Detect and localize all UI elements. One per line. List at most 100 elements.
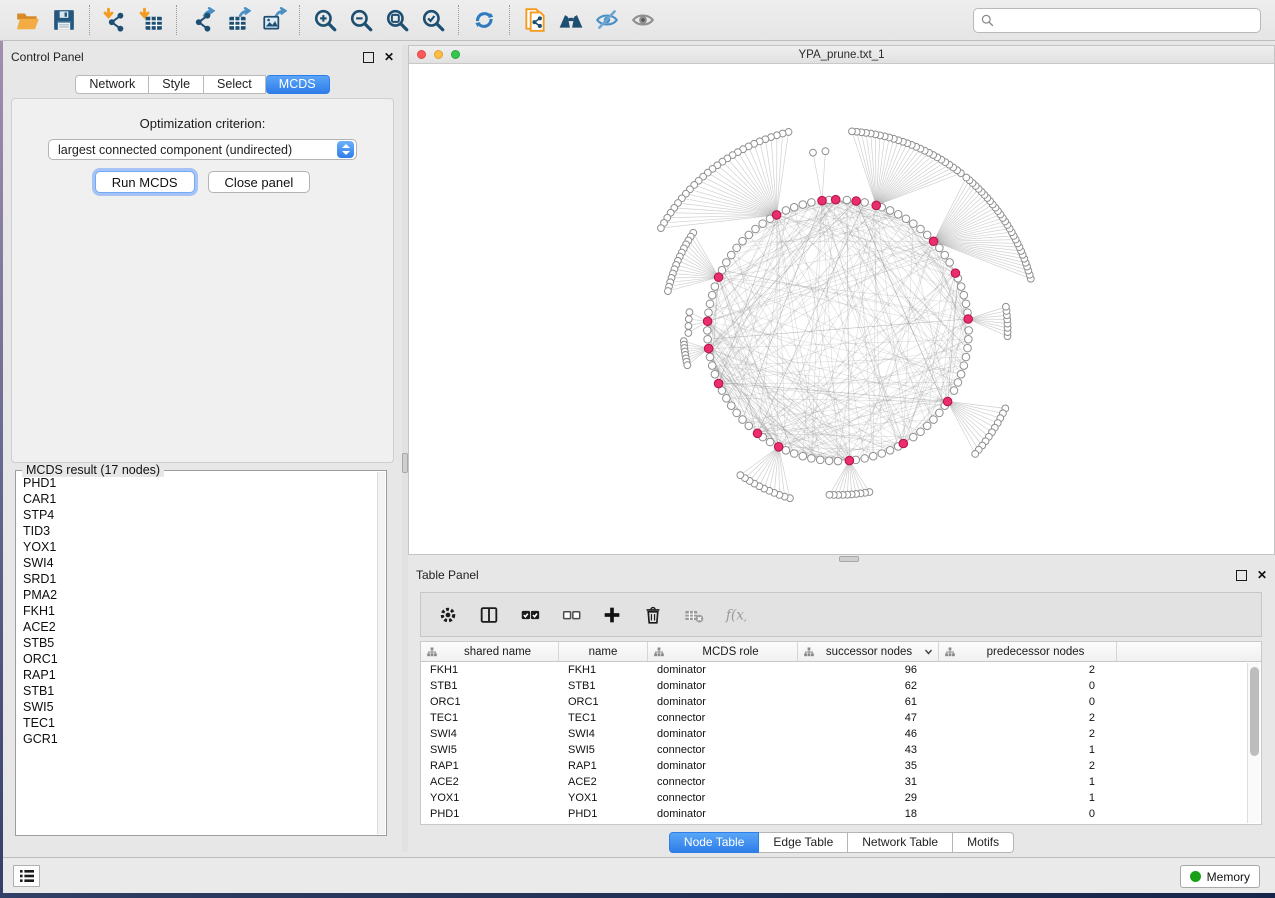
function-builder-button[interactable]: f(x): [722, 602, 748, 628]
graph-node[interactable]: [706, 353, 714, 361]
tab-motifs[interactable]: Motifs: [953, 832, 1014, 853]
table-settings-button[interactable]: [435, 602, 461, 628]
graph-node[interactable]: [825, 457, 833, 465]
graph-node[interactable]: [930, 416, 938, 424]
table-row[interactable]: ACE2ACE2connector311: [421, 774, 1261, 790]
graph-node[interactable]: [752, 225, 760, 233]
graph-node[interactable]: [950, 387, 958, 395]
mcds-result-item[interactable]: GCR1: [18, 731, 376, 747]
column-header-name[interactable]: name: [559, 642, 648, 661]
column-header-successor-nodes[interactable]: successor nodes: [798, 642, 939, 661]
graph-node[interactable]: [965, 335, 973, 343]
mcds-result-item[interactable]: SWI4: [18, 555, 376, 571]
memory-button[interactable]: Memory: [1180, 865, 1260, 888]
splitter-grip[interactable]: [839, 556, 859, 562]
mcds-result-item[interactable]: RAP1: [18, 667, 376, 683]
delete-table-button[interactable]: [681, 602, 707, 628]
graph-node[interactable]: [954, 379, 962, 387]
graph-node[interactable]: [708, 291, 716, 299]
graph-node[interactable]: [704, 327, 712, 335]
table-row[interactable]: TEC1TEC1connector472: [421, 710, 1261, 726]
graph-node[interactable]: [684, 362, 691, 369]
graph-node[interactable]: [723, 395, 731, 403]
graph-node[interactable]: [782, 207, 790, 215]
export-table-button[interactable]: [220, 4, 256, 36]
graph-node[interactable]: [727, 251, 735, 259]
graph-node[interactable]: [685, 316, 692, 323]
graph-node[interactable]: [790, 203, 798, 211]
graph-node[interactable]: [706, 300, 714, 308]
graph-node[interactable]: [962, 300, 970, 308]
graph-node[interactable]: [808, 455, 816, 463]
zoom-in-button[interactable]: [307, 4, 343, 36]
mcds-hub-node[interactable]: [899, 439, 908, 448]
clone-network-button[interactable]: [517, 4, 553, 36]
zoom-selected-button[interactable]: [415, 4, 451, 36]
mcds-list-scrollbar[interactable]: [377, 472, 385, 834]
mcds-hub-node[interactable]: [714, 379, 723, 388]
tab-network[interactable]: Network: [75, 75, 149, 94]
graph-node[interactable]: [963, 174, 970, 181]
select-all-columns-button[interactable]: [517, 602, 543, 628]
graph-node[interactable]: [816, 456, 824, 464]
graph-node[interactable]: [843, 196, 851, 204]
graph-node[interactable]: [733, 244, 741, 252]
run-mcds-button[interactable]: Run MCDS: [95, 171, 195, 193]
graph-node[interactable]: [957, 370, 965, 378]
graph-node[interactable]: [733, 409, 741, 417]
mcds-hub-node[interactable]: [845, 456, 854, 465]
table-row[interactable]: SWI4SWI4dominator462: [421, 726, 1261, 742]
float-panel-icon[interactable]: [1236, 570, 1247, 581]
import-table-button[interactable]: [133, 4, 169, 36]
graph-node[interactable]: [799, 201, 807, 209]
graph-node[interactable]: [766, 438, 774, 446]
mcds-hub-node[interactable]: [872, 201, 881, 210]
search-input[interactable]: [999, 10, 1254, 30]
mcds-result-item[interactable]: STP4: [18, 507, 376, 523]
mcds-result-item[interactable]: CAR1: [18, 491, 376, 507]
graph-node[interactable]: [972, 451, 979, 458]
table-row[interactable]: SWI5SWI5connector431: [421, 742, 1261, 758]
graph-node[interactable]: [711, 370, 719, 378]
mcds-hub-node[interactable]: [703, 317, 712, 326]
graph-node[interactable]: [936, 409, 944, 417]
criterion-dropdown[interactable]: largest connected component (undirected): [48, 139, 357, 160]
graph-node[interactable]: [685, 330, 692, 337]
graph-node[interactable]: [723, 259, 731, 267]
mcds-result-item[interactable]: ACE2: [18, 619, 376, 635]
zoom-out-button[interactable]: [343, 4, 379, 36]
first-neighbors-button[interactable]: [553, 4, 589, 36]
mcds-hub-node[interactable]: [753, 429, 762, 438]
graph-node[interactable]: [923, 422, 931, 430]
graph-node[interactable]: [705, 309, 713, 317]
graph-node[interactable]: [822, 148, 829, 155]
show-columns-button[interactable]: [476, 602, 502, 628]
graph-node[interactable]: [878, 450, 886, 458]
save-session-button[interactable]: [46, 4, 82, 36]
column-header-shared-name[interactable]: shared name: [421, 642, 559, 661]
graph-node[interactable]: [962, 353, 970, 361]
graph-node[interactable]: [917, 225, 925, 233]
graph-node[interactable]: [790, 450, 798, 458]
graph-node[interactable]: [737, 472, 744, 479]
mcds-hub-node[interactable]: [831, 195, 840, 204]
mcds-result-item[interactable]: PMA2: [18, 587, 376, 603]
import-network-button[interactable]: [97, 4, 133, 36]
graph-node[interactable]: [759, 220, 767, 228]
graph-node[interactable]: [704, 335, 712, 343]
mcds-hub-node[interactable]: [818, 196, 827, 205]
table-row[interactable]: YOX1YOX1connector291: [421, 790, 1261, 806]
graph-node[interactable]: [917, 428, 925, 436]
mcds-result-item[interactable]: STB5: [18, 635, 376, 651]
mcds-result-item[interactable]: ORC1: [18, 651, 376, 667]
mcds-result-item[interactable]: SRD1: [18, 571, 376, 587]
graph-node[interactable]: [946, 259, 954, 267]
add-column-button[interactable]: [599, 602, 625, 628]
graph-node[interactable]: [665, 288, 672, 295]
delete-column-button[interactable]: [640, 602, 666, 628]
graph-node[interactable]: [711, 283, 719, 291]
hide-selected-button[interactable]: [589, 4, 625, 36]
tab-node-table[interactable]: Node Table: [669, 832, 760, 853]
graph-node[interactable]: [869, 452, 877, 460]
graph-node[interactable]: [810, 149, 817, 156]
